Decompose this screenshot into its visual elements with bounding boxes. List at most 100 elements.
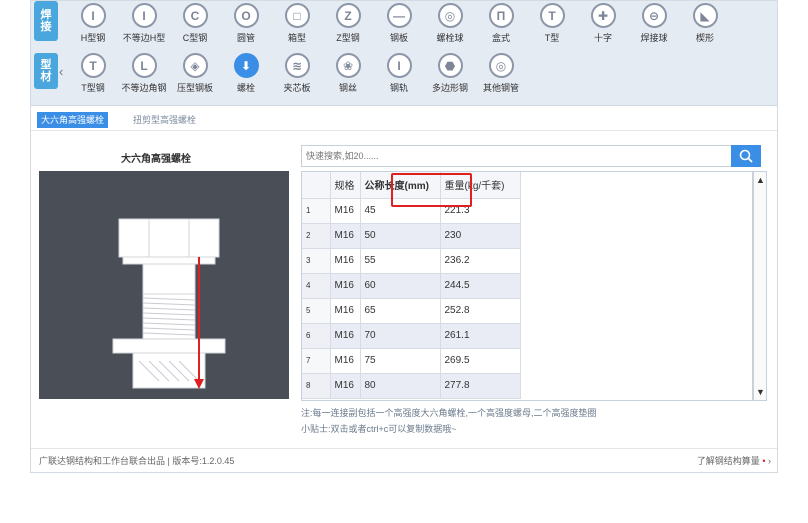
learn-more-link[interactable]: 了解钢结构算量 • › (696, 449, 771, 472)
table-row[interactable]: 8 M16 80 277.8 (302, 373, 521, 399)
t-steel-icon: T (80, 53, 106, 78)
table-row[interactable]: 6 M16 70 261.1 (302, 323, 521, 349)
row-index: 3 (302, 248, 331, 274)
scroll-down-icon[interactable]: ▼ (756, 387, 765, 397)
row-index: 6 (302, 323, 331, 349)
box-type-icon: Π (488, 3, 514, 28)
cell-weight: 230 (440, 223, 521, 249)
table-row[interactable]: 5 M16 65 252.8 (302, 298, 521, 324)
tool-label: 十字 (593, 33, 612, 43)
table-row[interactable]: 2 M16 50 230 (302, 223, 521, 249)
cell-length: 75 (360, 348, 441, 374)
cell-spec: M16 (330, 348, 361, 374)
chevron-left-icon[interactable]: ‹ (59, 64, 63, 79)
tool-label: 螺栓 (236, 83, 255, 93)
data-table-container: 规格 公称长度(mm) 重量(kg/千套) 1 M16 45 221.3 2 M16 50 2… (301, 171, 753, 401)
tool-z-section[interactable]: Z Z型钢 (322, 3, 374, 43)
tool-label: 夹芯板 (283, 83, 311, 93)
tool-bolt-ball[interactable]: ◎ 螺栓球 (424, 3, 476, 43)
tool-label: T型钢 (81, 83, 105, 93)
dot-icon: • (762, 456, 766, 466)
tool-box-section[interactable]: □ 箱型 (271, 3, 323, 43)
subtab-torsion-shear-bolt[interactable]: 扭剪型高强螺栓 (129, 112, 200, 128)
tool-steel-wire[interactable]: ❀ 钢丝 (322, 53, 374, 93)
cell-spec: M16 (330, 298, 361, 324)
rail-icon: I (386, 53, 412, 78)
cell-spec: M16 (330, 198, 361, 224)
bolt-drawing-icon (112, 218, 226, 389)
tool-welded-ball[interactable]: ⊖ 焊接球 (628, 3, 680, 43)
toolbar: 焊 接 型 材 ‹ I H型钢 I 不等边H型 C C型钢 O 圆管 □ 箱型 Z Z型钢 — 钢板 ◎ 螺栓… (31, 1, 777, 106)
tab-section-char-1: 型 (40, 59, 52, 71)
wedge-icon: ◣ (692, 3, 718, 28)
tab-welding[interactable]: 焊 接 (34, 1, 58, 41)
tool-profiled-sheet[interactable]: ◈ 压型钢板 (169, 53, 221, 93)
round-pipe-icon: O (233, 3, 259, 28)
search-icon (739, 149, 753, 163)
tool-other-pipe[interactable]: ◎ 其他钢管 (475, 53, 527, 93)
tool-bolt[interactable]: ⬇ 螺栓 (220, 53, 272, 93)
tool-label: 箱型 (287, 33, 306, 43)
row-index: 1 (302, 198, 331, 224)
bolt-ball-icon: ◎ (437, 3, 463, 28)
tool-h-beam[interactable]: I H型钢 (67, 3, 119, 43)
header-index (302, 172, 331, 199)
tab-section-steel[interactable]: 型 材 (34, 53, 58, 89)
learn-more-label: 了解钢结构算量 (696, 456, 760, 466)
tool-c-channel[interactable]: C C型钢 (169, 3, 221, 43)
chevron-right-icon: › (768, 456, 771, 466)
bolt-diagram (39, 171, 289, 399)
cell-weight: 244.5 (440, 273, 521, 299)
tool-wedge[interactable]: ◣ 楔形 (679, 3, 731, 43)
tab-welding-char-1: 焊 (40, 9, 52, 21)
table-row[interactable]: 3 M16 55 236.2 (302, 248, 521, 274)
tool-cross[interactable]: ✚ 十字 (577, 3, 629, 43)
search-input[interactable] (302, 146, 732, 166)
tool-polygon-steel[interactable]: ⬣ 多边形钢 (424, 53, 476, 93)
tool-label: T型 (544, 33, 560, 43)
box-section-icon: □ (284, 3, 310, 28)
tool-round-pipe[interactable]: O 圆管 (220, 3, 272, 43)
unequal-h-icon: I (131, 3, 157, 28)
table-row[interactable]: 4 M16 60 244.5 (302, 273, 521, 299)
unequal-angle-icon: L (131, 53, 157, 78)
footer-credits: 广联达钢结构和工作台联合出品 | 版本号:1.2.0.45 (39, 456, 235, 466)
image-title: 大六角高强螺栓 (121, 154, 191, 165)
header-spec[interactable]: 规格 (330, 172, 361, 199)
c-channel-icon: C (182, 3, 208, 28)
tool-t-steel[interactable]: T T型钢 (67, 53, 119, 93)
vertical-scrollbar[interactable]: ▲ ▼ (753, 171, 767, 401)
tab-welding-char-2: 接 (40, 21, 52, 33)
tool-label: 钢板 (389, 33, 408, 43)
tool-steel-plate[interactable]: — 钢板 (373, 3, 425, 43)
subtab-bar: 大六角高强螺栓 扭剪型高强螺栓 (31, 107, 777, 131)
tool-label: C型钢 (182, 33, 208, 43)
tool-label: 焊接球 (640, 33, 668, 43)
polygon-steel-icon: ⬣ (437, 53, 463, 78)
tool-unequal-angle[interactable]: L 不等边角钢 (118, 53, 170, 93)
z-section-icon: Z (335, 3, 361, 28)
tab-section-char-2: 材 (40, 71, 52, 83)
welded-ball-icon: ⊖ (641, 3, 667, 28)
tool-unequal-h[interactable]: I 不等边H型 (118, 3, 170, 43)
tool-label: H型钢 (80, 33, 106, 43)
note-text: 注:每一连接副包括一个高强度大六角螺栓,一个高强度螺母,二个高强度垫圈 (301, 408, 597, 418)
scroll-up-icon[interactable]: ▲ (756, 175, 765, 185)
steel-plate-icon: — (386, 3, 412, 28)
tool-rail[interactable]: I 钢轨 (373, 53, 425, 93)
row-index: 5 (302, 298, 331, 324)
tool-label: 楔形 (695, 33, 714, 43)
cell-weight: 261.1 (440, 323, 521, 349)
cell-length: 50 (360, 223, 441, 249)
footer: 广联达钢结构和工作台联合出品 | 版本号:1.2.0.45 了解钢结构算量 • … (31, 448, 777, 472)
tool-sandwich-panel[interactable]: ≋ 夹芯板 (271, 53, 323, 93)
tool-label: 螺栓球 (436, 33, 464, 43)
tool-label: 压型钢板 (176, 83, 213, 93)
tool-box-type[interactable]: Π 盒式 (475, 3, 527, 43)
tool-label: 钢丝 (338, 83, 357, 93)
search-button[interactable] (731, 145, 761, 167)
tool-t-type[interactable]: T T型 (526, 3, 578, 43)
h-beam-icon: I (80, 3, 106, 28)
subtab-hex-bolt[interactable]: 大六角高强螺栓 (37, 112, 109, 128)
table-row[interactable]: 7 M16 75 269.5 (302, 348, 521, 374)
